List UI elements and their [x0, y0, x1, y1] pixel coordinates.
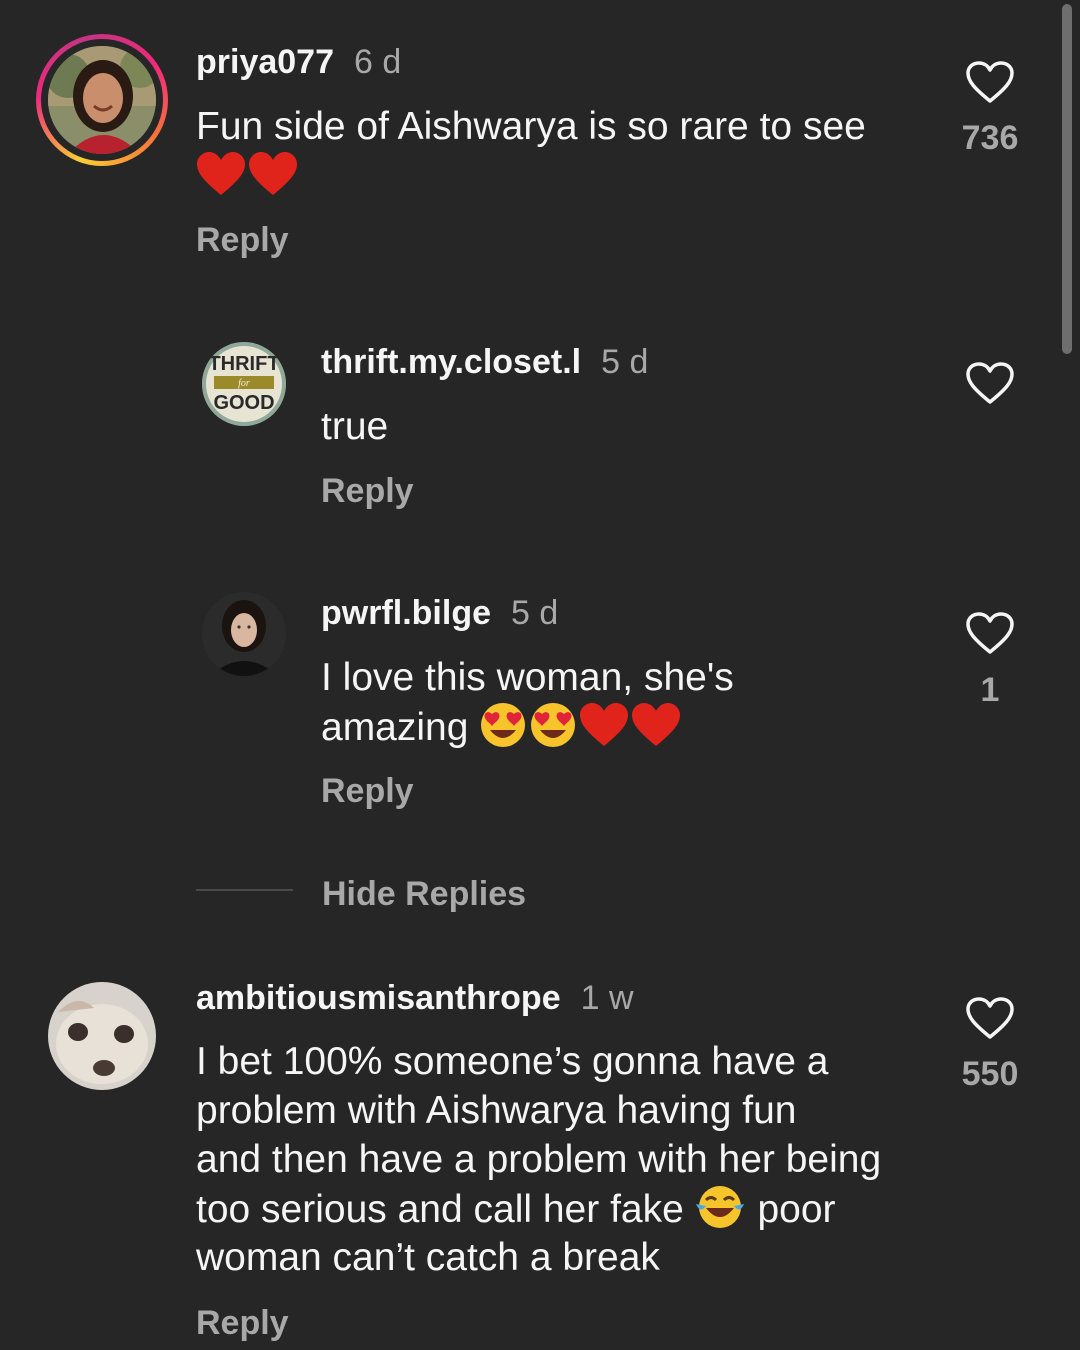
hide-replies-button[interactable]: Hide Replies: [322, 874, 526, 914]
heart-eyes-icon: [479, 702, 527, 760]
like-button[interactable]: [962, 611, 1018, 655]
like-button[interactable]: [962, 60, 1018, 104]
comment-text-line: I love this woman, she's: [321, 656, 734, 699]
like-button[interactable]: [962, 996, 1018, 1040]
comment-text-segment: amazing: [321, 706, 469, 749]
comment-emoji-line: [196, 151, 300, 199]
heart-outline-icon: [966, 61, 1014, 103]
like-count: 1: [980, 671, 1000, 709]
comment-text-line: amazing: [321, 702, 683, 760]
comment-text-line: problem with Aishwarya having fun: [196, 1089, 797, 1132]
avatar[interactable]: [48, 46, 156, 154]
avatar[interactable]: [202, 592, 286, 676]
like-count: 550: [961, 1055, 1019, 1093]
comment-text-line: woman can’t catch a break: [196, 1236, 660, 1279]
reply-button[interactable]: Reply: [196, 220, 289, 260]
replies-divider: [196, 889, 293, 891]
comment-text-segment: too serious and call her fake: [196, 1188, 684, 1231]
comment-timestamp: 1 w: [580, 979, 634, 1017]
heart-outline-icon: [966, 362, 1014, 404]
comment-text-line: and then have a problem with her being: [196, 1138, 882, 1181]
like-button[interactable]: [962, 361, 1018, 405]
comment-timestamp: 5 d: [601, 343, 649, 381]
comment-timestamp: 5 d: [511, 594, 559, 632]
red-heart-icon: [631, 702, 681, 760]
avatar-logo-top: THRIFT: [208, 353, 279, 375]
reply-button[interactable]: Reply: [196, 1303, 289, 1343]
avatar[interactable]: [48, 982, 156, 1090]
avatar-logo-middle: for: [238, 378, 250, 389]
like-count: 736: [961, 119, 1019, 157]
heart-outline-icon: [966, 997, 1014, 1039]
heart-outline-icon: [966, 612, 1014, 654]
comment-text-line: I bet 100% someone’s gonna have a: [196, 1040, 829, 1083]
heart-eyes-icon: [529, 702, 577, 760]
avatar-logo-bottom: GOOD: [213, 392, 274, 414]
reply-button[interactable]: Reply: [321, 471, 414, 511]
scrollbar[interactable]: [1062, 4, 1072, 354]
comment-username[interactable]: thrift.my.closet.l: [321, 343, 581, 381]
comment-text: true: [321, 405, 389, 448]
red-heart-icon: [579, 702, 629, 760]
comment-text: Fun side of Aishwarya is so rare to see: [196, 105, 866, 148]
comment-username[interactable]: priya077: [196, 43, 334, 81]
comment-username[interactable]: pwrfl.bilge: [321, 594, 491, 632]
avatar[interactable]: THRIFT for GOOD: [202, 342, 286, 426]
tears-of-joy-icon: [695, 1184, 745, 1242]
red-heart-icon: [196, 151, 246, 202]
comment-username[interactable]: ambitiousmisanthrope: [196, 979, 561, 1017]
reply-button[interactable]: Reply: [321, 771, 414, 811]
comment-timestamp: 6 d: [354, 43, 402, 81]
comment-text-segment: poor: [757, 1188, 836, 1231]
red-heart-icon: [248, 151, 298, 202]
